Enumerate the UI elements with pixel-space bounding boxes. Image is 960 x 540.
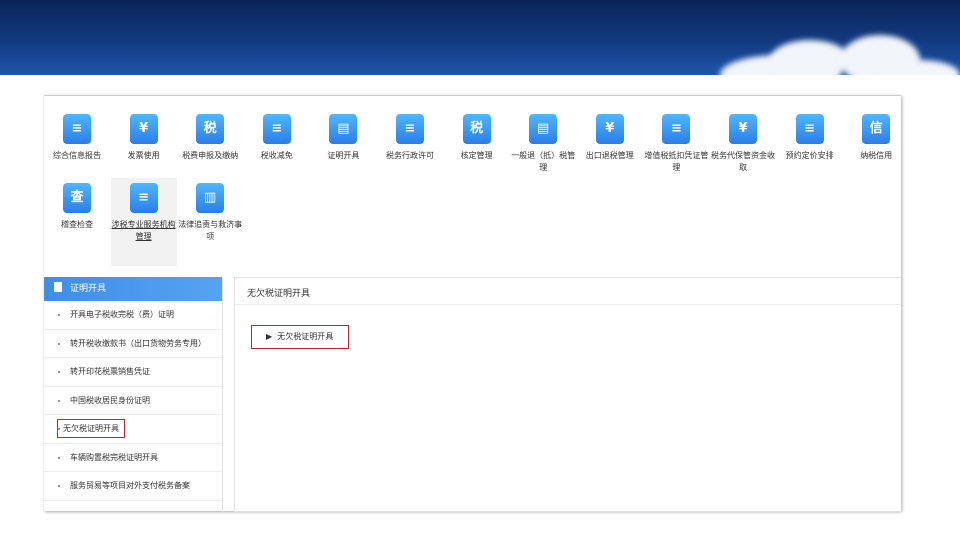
sidebar-item[interactable]: 转开税收缴款书（出口货物劳务专用） bbox=[44, 330, 222, 358]
sidebar-item[interactable]: 车辆购置税完税证明开具 bbox=[44, 444, 222, 472]
header-banner bbox=[0, 0, 960, 75]
menu-item[interactable]: ≡ 综合信息报告 bbox=[44, 114, 110, 178]
document-icon bbox=[54, 282, 62, 292]
menu-item[interactable]: ≡ 涉税专业服务机构管理 bbox=[110, 178, 177, 266]
menu-icon: ▥ bbox=[196, 183, 225, 213]
menu-label: 一般退（抵）税管理 bbox=[511, 151, 576, 172]
menu-label: 税费申报及缴纳 bbox=[182, 151, 239, 160]
menu-icon: 税 bbox=[462, 114, 491, 144]
menu-icon: ≡ bbox=[262, 114, 291, 144]
sidebar-item[interactable]: 无欠税证明开具 bbox=[44, 415, 222, 444]
menu-item[interactable]: ▤ 一般退（抵）税管理 bbox=[510, 114, 576, 178]
menu-label: 发票使用 bbox=[127, 151, 160, 160]
menu-icon: ≡ bbox=[396, 114, 424, 144]
menu-icon: ≡ bbox=[129, 183, 158, 213]
menu-icon: ▤ bbox=[529, 114, 558, 144]
menu-icon: ≡ bbox=[662, 114, 691, 144]
sidebar-item-label: 车辆购置税完税证明开具 bbox=[70, 452, 158, 462]
menu-label: 税收减免 bbox=[260, 151, 293, 160]
menu-item[interactable]: ▥ 法律追责与救济事项 bbox=[177, 178, 243, 266]
sidebar-item-label: 服务贸易等项目对外支付税务备案 bbox=[70, 481, 190, 490]
menu-icon: ¥ bbox=[129, 114, 158, 144]
main-title: 无欠税证明开具 bbox=[235, 278, 901, 305]
menu-icon: ≡ bbox=[63, 114, 91, 144]
sidebar-title: 证明开具 bbox=[70, 284, 107, 294]
menu-label: 税务代保管资金收取 bbox=[711, 151, 775, 172]
main-content: 无欠税证明开具 ▶ 无欠税证明开具 bbox=[234, 277, 901, 512]
menu-label: 涉税专业服务机构管理 bbox=[111, 220, 176, 241]
menu-label: 法律追责与救济事项 bbox=[178, 220, 243, 241]
menu-label: 稽查检查 bbox=[61, 220, 93, 229]
menu-item[interactable]: ≡ 增值税抵扣凭证管理 bbox=[643, 114, 709, 178]
menu-item[interactable]: 信纳税信用 bbox=[843, 114, 909, 178]
menu-label: 证明开具 bbox=[327, 151, 360, 160]
sidebar-item-label: 转开印花税票销售凭证 bbox=[70, 367, 150, 376]
sidebar-item-label: 转开税收缴款书（出口货物劳务专用） bbox=[70, 338, 206, 348]
menu-item[interactable]: ▤ 证明开具 bbox=[310, 114, 376, 178]
sidebar-item-label: 无欠税证明开具 bbox=[57, 419, 125, 438]
menu-icon: ¥ bbox=[595, 114, 624, 144]
menu-item[interactable]: ≡ 预约定价安排 bbox=[777, 114, 843, 178]
sidebar-item-label: 开具电子税收完税（费）证明 bbox=[70, 310, 174, 319]
menu-label: 出口退税管理 bbox=[585, 151, 634, 160]
menu-item[interactable]: 税税费申报及缴纳 bbox=[177, 114, 243, 178]
sidebar-item-label: 中国税收居民身份证明 bbox=[70, 395, 150, 405]
menu-icon: ¥ bbox=[729, 114, 757, 144]
menu-label: 税务行政许可 bbox=[386, 151, 434, 160]
menu-icon: 信 bbox=[862, 114, 891, 144]
sidebar-item[interactable]: 中国税收居民身份证明 bbox=[44, 387, 222, 415]
menu-label: 增值税抵扣凭证管理 bbox=[644, 151, 709, 172]
sidebar-header: 证明开具 bbox=[44, 277, 222, 301]
sidebar-item[interactable]: 转开印花税票销售凭证 bbox=[44, 358, 222, 387]
menu-item[interactable]: ≡ 税收减免 bbox=[244, 114, 310, 178]
menu-label: 综合信息报告 bbox=[53, 151, 101, 160]
sidebar: 证明开具 开具电子税收完税（费）证明转开税收缴款书（出口货物劳务专用） 转开印花税… bbox=[44, 277, 223, 512]
no-tax-arrears-certificate-button[interactable]: ▶ 无欠税证明开具 bbox=[251, 325, 349, 349]
content-panel: ≡ 综合信息报告 ¥ 发票使用 税税费申报及缴纳 ≡ 税收减免 ▤ 证明开具 ≡ 税务行政许可 税核定… bbox=[44, 95, 901, 512]
menu-item[interactable]: 查稽查检查 bbox=[44, 178, 110, 266]
menu-label: 预约定价安排 bbox=[785, 151, 834, 160]
button-label: 无欠税证明开具 bbox=[277, 332, 334, 341]
menu-label: 核定管理 bbox=[460, 151, 493, 160]
menu-item[interactable]: ≡ 税务行政许可 bbox=[377, 114, 443, 178]
menu-item[interactable]: ¥ 发票使用 bbox=[111, 114, 177, 178]
menu-icon: ▤ bbox=[329, 114, 358, 144]
menu-icon: ≡ bbox=[795, 114, 824, 144]
menu-label: 纳税信用 bbox=[860, 151, 893, 160]
triangle-right-icon: ▶ bbox=[266, 332, 273, 341]
menu-icon: 查 bbox=[63, 183, 91, 213]
menu-item[interactable]: ¥ 税务代保管资金收取 bbox=[710, 114, 776, 178]
sidebar-item[interactable]: 开具电子税收完税（费）证明 bbox=[44, 301, 222, 330]
menu-item[interactable]: ¥ 出口退税管理 bbox=[577, 114, 643, 178]
menu-item[interactable]: 税核定管理 bbox=[444, 114, 510, 178]
menu-icon: 税 bbox=[196, 114, 225, 144]
sidebar-item[interactable]: 服务贸易等项目对外支付税务备案 bbox=[44, 472, 222, 501]
